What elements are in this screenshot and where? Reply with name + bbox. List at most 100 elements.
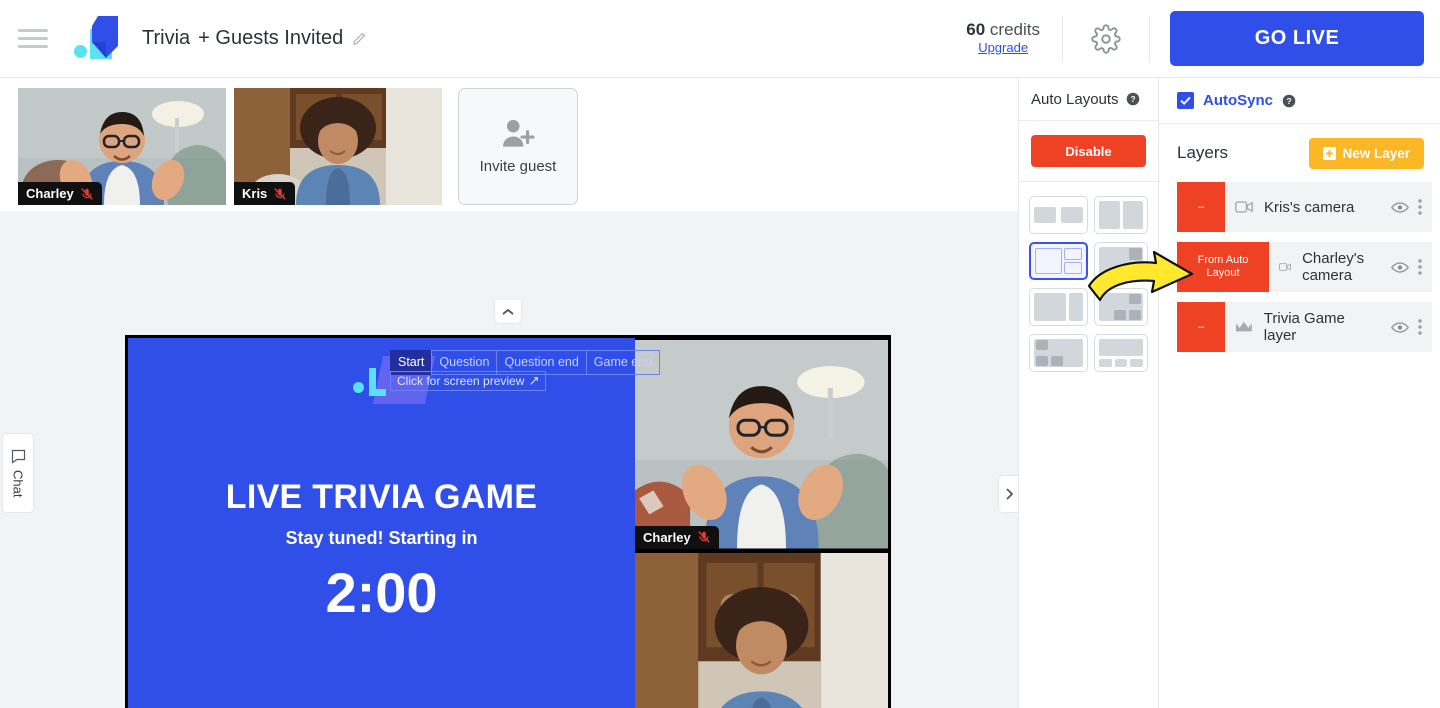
credits-block: 60 credits Upgrade	[944, 20, 1062, 58]
page-title: Trivia	[142, 27, 191, 49]
chat-tab-label: Chat	[10, 469, 26, 498]
layers-title: Layers	[1177, 143, 1229, 162]
upgrade-link[interactable]: Upgrade	[978, 40, 1028, 56]
pop-out-icon	[530, 377, 539, 385]
chevron-right-icon[interactable]	[998, 475, 1018, 513]
guest-name-chip: Charley	[18, 182, 102, 205]
invite-guest-button[interactable]: Invite guest	[458, 88, 578, 205]
table-row[interactable]: – Kris's camera	[1177, 182, 1432, 232]
project-title-group: Trivia + Guests Invited	[142, 27, 368, 50]
scene-graphic-layer[interactable]: Start Question Question end Game end Cli…	[128, 338, 661, 708]
layer-actions	[1391, 319, 1422, 335]
eye-icon[interactable]	[1391, 201, 1409, 214]
auto-layouts-title: Auto Layouts	[1031, 90, 1119, 108]
chat-tab[interactable]: Chat	[2, 433, 34, 513]
layout-top-stage-three-bottom-strip[interactable]	[1094, 334, 1148, 372]
table-row[interactable]: From Auto Layout Charley's camera	[1177, 242, 1432, 292]
camera-name: Charley	[643, 529, 691, 545]
lightstream-logo[interactable]	[72, 15, 120, 62]
credits-count: 60	[966, 19, 986, 39]
chat-bubble-icon	[11, 449, 25, 464]
layout-two-equal-columns[interactable]	[1094, 196, 1148, 234]
layout-main-with-top-right-pip[interactable]	[1094, 242, 1148, 280]
scene-subtitle: Stay tuned! Starting in	[285, 528, 478, 548]
camera-icon	[1279, 263, 1291, 271]
kebab-menu-icon[interactable]	[1418, 259, 1422, 275]
credits-label: credits	[989, 19, 1040, 39]
screen-preview-hint[interactable]: Click for screen preview	[390, 371, 547, 391]
layer-remove-button[interactable]: –	[1177, 182, 1225, 232]
layer-remove-button[interactable]: –	[1177, 302, 1225, 352]
canvas-camera-kris[interactable]: Kris	[635, 552, 888, 708]
new-layer-button[interactable]: New Layer	[1309, 137, 1424, 169]
help-icon[interactable]: ?	[1126, 92, 1140, 106]
auto-layouts-header: Auto Layouts ?	[1019, 78, 1158, 121]
scene-countdown-timer: 2:00	[325, 561, 438, 624]
table-row[interactable]: – Trivia Game layer	[1177, 302, 1432, 352]
eye-icon[interactable]	[1391, 261, 1409, 274]
layout-one-large-two-stacked[interactable]	[1029, 242, 1088, 280]
canvas-video-charley	[635, 340, 888, 549]
crown-icon	[1236, 321, 1252, 332]
top-bar: Trivia + Guests Invited 60 credits Upgra…	[0, 0, 1440, 78]
divider	[1149, 15, 1150, 62]
scene: Start Question Question end Game end Cli…	[128, 338, 888, 708]
layer-actions	[1391, 259, 1422, 275]
layout-two-small-side-by-side[interactable]	[1029, 196, 1088, 234]
mic-muted-icon	[274, 187, 287, 200]
guest-name-chip: Kris	[234, 182, 296, 205]
add-person-icon	[503, 119, 535, 147]
mic-muted-icon	[80, 187, 93, 200]
disable-auto-layouts-button[interactable]: Disable	[1031, 135, 1146, 167]
stage-area: Charley Kris Invite guest Start Question…	[0, 78, 1018, 708]
project-subtitle: + Guests Invited	[198, 27, 344, 49]
scene-camera-column: Charley	[635, 338, 888, 708]
step-game-end[interactable]: Game end	[585, 350, 661, 375]
mic-muted-icon	[697, 531, 710, 543]
layer-from-auto-layout-badge[interactable]: From Auto Layout	[1177, 242, 1269, 292]
guest-thumbnail-kris[interactable]: Kris	[234, 88, 442, 205]
main-body: Charley Kris Invite guest Start Question…	[0, 78, 1440, 708]
layer-name: Charley's camera	[1302, 250, 1365, 284]
layout-options-grid	[1019, 182, 1158, 386]
auto-layouts-panel: Auto Layouts ? Disable	[1018, 78, 1158, 708]
eye-icon[interactable]	[1391, 321, 1409, 334]
layer-actions	[1391, 199, 1422, 215]
kebab-menu-icon[interactable]	[1418, 199, 1422, 215]
broadcast-canvas[interactable]: Start Question Question end Game end Cli…	[125, 335, 891, 708]
layer-body: Trivia Game layer	[1225, 302, 1432, 352]
canvas-area: Start Question Question end Game end Cli…	[0, 211, 1018, 708]
go-live-button[interactable]: GO LIVE	[1170, 11, 1424, 66]
new-layer-label: New Layer	[1342, 145, 1410, 161]
layer-body: Charley's camera	[1269, 242, 1432, 292]
canvas-camera-charley[interactable]: Charley	[635, 340, 888, 549]
hamburger-icon[interactable]	[18, 24, 48, 53]
kebab-menu-icon[interactable]	[1418, 319, 1422, 335]
app-root: Trivia + Guests Invited 60 credits Upgra…	[0, 0, 1440, 708]
help-icon[interactable]: ?	[1282, 94, 1296, 108]
layer-body: Kris's camera	[1225, 182, 1432, 232]
auto-layouts-disable-wrap: Disable	[1019, 121, 1158, 182]
logo-arrow-shape	[92, 15, 118, 58]
layout-large-left-narrow-right[interactable]	[1029, 288, 1088, 326]
layout-full-with-two-corner-pips[interactable]	[1094, 288, 1148, 326]
autosync-checkbox[interactable]	[1177, 92, 1194, 109]
layers-panel: AutoSync ? Layers New Layer – Kris's cam…	[1158, 78, 1440, 708]
screen-preview-label: Click for screen preview	[397, 374, 525, 388]
canvas-video-kris	[635, 552, 888, 708]
gear-icon[interactable]	[1063, 23, 1149, 54]
guest-name: Charley	[26, 186, 74, 201]
pencil-icon[interactable]	[351, 30, 368, 47]
camera-icon	[1235, 201, 1253, 213]
layers-header: Layers New Layer	[1159, 124, 1440, 182]
guest-thumbnail-charley[interactable]: Charley	[18, 88, 226, 205]
chevron-up-icon[interactable]	[494, 300, 522, 324]
layout-full-with-three-corner-pips[interactable]	[1029, 334, 1088, 372]
svg-text:?: ?	[1130, 94, 1135, 104]
guest-name: Kris	[242, 186, 268, 201]
autosync-label: AutoSync	[1203, 92, 1274, 109]
top-bar-right: 60 credits Upgrade GO LIVE	[944, 0, 1440, 77]
layer-name: Kris's camera	[1264, 198, 1355, 216]
guest-strip: Charley Kris Invite guest	[0, 78, 1018, 211]
scene-title: LIVE TRIVIA GAME	[225, 478, 538, 516]
